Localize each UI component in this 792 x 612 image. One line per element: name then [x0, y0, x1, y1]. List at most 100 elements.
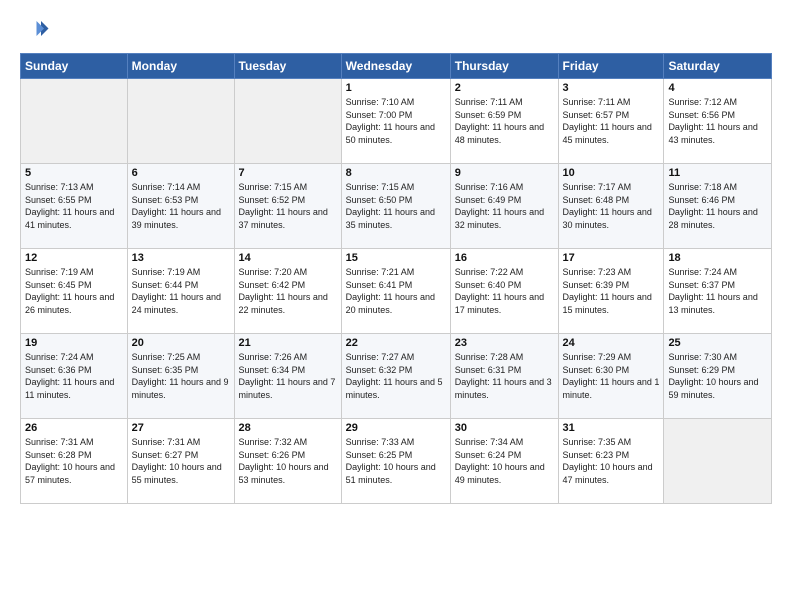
calendar-cell: 1 Sunrise: 7:10 AM Sunset: 7:00 PM Daylig…	[341, 79, 450, 164]
day-info: Sunrise: 7:30 AM Sunset: 6:29 PM Dayligh…	[668, 351, 767, 401]
calendar-cell: 4 Sunrise: 7:12 AM Sunset: 6:56 PM Daylig…	[664, 79, 772, 164]
day-info: Sunrise: 7:11 AM Sunset: 6:59 PM Dayligh…	[455, 96, 554, 146]
day-number: 17	[563, 252, 660, 264]
calendar-cell: 27 Sunrise: 7:31 AM Sunset: 6:27 PM Dayli…	[127, 419, 234, 504]
day-number: 14	[239, 252, 337, 264]
day-info: Sunrise: 7:24 AM Sunset: 6:36 PM Dayligh…	[25, 351, 123, 401]
page: SundayMondayTuesdayWednesdayThursdayFrid…	[0, 0, 792, 612]
day-number: 22	[346, 337, 446, 349]
day-info: Sunrise: 7:22 AM Sunset: 6:40 PM Dayligh…	[455, 266, 554, 316]
calendar-week-row: 19 Sunrise: 7:24 AM Sunset: 6:36 PM Dayli…	[21, 334, 772, 419]
calendar-cell	[664, 419, 772, 504]
weekday-header: Friday	[558, 54, 664, 79]
weekday-header: Sunday	[21, 54, 128, 79]
day-info: Sunrise: 7:32 AM Sunset: 6:26 PM Dayligh…	[239, 436, 337, 486]
calendar-cell: 6 Sunrise: 7:14 AM Sunset: 6:53 PM Daylig…	[127, 164, 234, 249]
day-number: 25	[668, 337, 767, 349]
day-number: 8	[346, 167, 446, 179]
calendar-cell: 29Sunrise: 7:33 AM Sunset: 6:25 PM Dayli…	[341, 419, 450, 504]
day-info: Sunrise: 7:21 AM Sunset: 6:41 PM Dayligh…	[346, 266, 446, 316]
day-info: Sunrise: 7:35 AM Sunset: 6:23 PM Dayligh…	[563, 436, 660, 486]
calendar-week-row: 12Sunrise: 7:19 AM Sunset: 6:45 PM Dayli…	[21, 249, 772, 334]
day-info: Sunrise: 7:26 AM Sunset: 6:34 PM Dayligh…	[239, 351, 337, 401]
day-number: 26	[25, 422, 123, 434]
day-number: 23	[455, 337, 554, 349]
calendar-cell: 10 Sunrise: 7:17 AM Sunset: 6:48 PM Dayli…	[558, 164, 664, 249]
weekday-header-row: SundayMondayTuesdayWednesdayThursdayFrid…	[21, 54, 772, 79]
day-info: Sunrise: 7:33 AM Sunset: 6:25 PM Dayligh…	[346, 436, 446, 486]
calendar-cell: 11 Sunrise: 7:18 AM Sunset: 6:46 PM Dayli…	[664, 164, 772, 249]
calendar-cell	[21, 79, 128, 164]
calendar-cell: 30Sunrise: 7:34 AM Sunset: 6:24 PM Dayli…	[450, 419, 558, 504]
day-info: Sunrise: 7:17 AM Sunset: 6:48 PM Dayligh…	[563, 181, 660, 231]
day-number: 2	[455, 82, 554, 94]
day-info: Sunrise: 7:12 AM Sunset: 6:56 PM Dayligh…	[668, 96, 767, 146]
logo-icon	[20, 15, 50, 45]
day-info: Sunrise: 7:15 AM Sunset: 6:52 PM Dayligh…	[239, 181, 337, 231]
calendar-cell: 15 Sunrise: 7:21 AM Sunset: 6:41 PM Dayli…	[341, 249, 450, 334]
weekday-header: Tuesday	[234, 54, 341, 79]
day-info: Sunrise: 7:18 AM Sunset: 6:46 PM Dayligh…	[668, 181, 767, 231]
day-info: Sunrise: 7:28 AM Sunset: 6:31 PM Dayligh…	[455, 351, 554, 401]
calendar-cell: 12Sunrise: 7:19 AM Sunset: 6:45 PM Dayli…	[21, 249, 128, 334]
calendar-cell: 13Sunrise: 7:19 AM Sunset: 6:44 PM Dayli…	[127, 249, 234, 334]
calendar-week-row: 26Sunrise: 7:31 AM Sunset: 6:28 PM Dayli…	[21, 419, 772, 504]
calendar-cell: 20 Sunrise: 7:25 AM Sunset: 6:35 PM Dayli…	[127, 334, 234, 419]
day-number: 27	[132, 422, 230, 434]
calendar-week-row: 1 Sunrise: 7:10 AM Sunset: 7:00 PM Daylig…	[21, 79, 772, 164]
day-number: 9	[455, 167, 554, 179]
calendar-week-row: 5 Sunrise: 7:13 AM Sunset: 6:55 PM Daylig…	[21, 164, 772, 249]
day-info: Sunrise: 7:25 AM Sunset: 6:35 PM Dayligh…	[132, 351, 230, 401]
calendar-cell: 8 Sunrise: 7:15 AM Sunset: 6:50 PM Daylig…	[341, 164, 450, 249]
calendar-table: SundayMondayTuesdayWednesdayThursdayFrid…	[20, 53, 772, 504]
day-number: 1	[346, 82, 446, 94]
day-number: 7	[239, 167, 337, 179]
day-info: Sunrise: 7:19 AM Sunset: 6:44 PM Dayligh…	[132, 266, 230, 316]
day-info: Sunrise: 7:11 AM Sunset: 6:57 PM Dayligh…	[563, 96, 660, 146]
calendar-cell	[127, 79, 234, 164]
calendar-cell: 2 Sunrise: 7:11 AM Sunset: 6:59 PM Daylig…	[450, 79, 558, 164]
calendar-cell: 7 Sunrise: 7:15 AM Sunset: 6:52 PM Daylig…	[234, 164, 341, 249]
calendar-cell: 26Sunrise: 7:31 AM Sunset: 6:28 PM Dayli…	[21, 419, 128, 504]
calendar-cell: 9Sunrise: 7:16 AM Sunset: 6:49 PM Daylig…	[450, 164, 558, 249]
calendar-cell: 28 Sunrise: 7:32 AM Sunset: 6:26 PM Dayli…	[234, 419, 341, 504]
calendar-cell: 16 Sunrise: 7:22 AM Sunset: 6:40 PM Dayli…	[450, 249, 558, 334]
calendar-cell: 5 Sunrise: 7:13 AM Sunset: 6:55 PM Daylig…	[21, 164, 128, 249]
day-info: Sunrise: 7:10 AM Sunset: 7:00 PM Dayligh…	[346, 96, 446, 146]
day-number: 6	[132, 167, 230, 179]
day-info: Sunrise: 7:15 AM Sunset: 6:50 PM Dayligh…	[346, 181, 446, 231]
calendar-cell: 17Sunrise: 7:23 AM Sunset: 6:39 PM Dayli…	[558, 249, 664, 334]
calendar-cell: 23 Sunrise: 7:28 AM Sunset: 6:31 PM Dayli…	[450, 334, 558, 419]
day-number: 12	[25, 252, 123, 264]
day-number: 11	[668, 167, 767, 179]
day-number: 18	[668, 252, 767, 264]
day-number: 5	[25, 167, 123, 179]
day-number: 31	[563, 422, 660, 434]
day-number: 24	[563, 337, 660, 349]
calendar-cell	[234, 79, 341, 164]
day-number: 4	[668, 82, 767, 94]
calendar-cell: 22Sunrise: 7:27 AM Sunset: 6:32 PM Dayli…	[341, 334, 450, 419]
day-info: Sunrise: 7:31 AM Sunset: 6:27 PM Dayligh…	[132, 436, 230, 486]
day-number: 21	[239, 337, 337, 349]
weekday-header: Wednesday	[341, 54, 450, 79]
day-info: Sunrise: 7:13 AM Sunset: 6:55 PM Dayligh…	[25, 181, 123, 231]
day-number: 16	[455, 252, 554, 264]
calendar-cell: 19 Sunrise: 7:24 AM Sunset: 6:36 PM Dayli…	[21, 334, 128, 419]
calendar-cell: 18 Sunrise: 7:24 AM Sunset: 6:37 PM Dayli…	[664, 249, 772, 334]
day-info: Sunrise: 7:29 AM Sunset: 6:30 PM Dayligh…	[563, 351, 660, 401]
header	[20, 15, 772, 45]
calendar-cell: 3 Sunrise: 7:11 AM Sunset: 6:57 PM Daylig…	[558, 79, 664, 164]
day-number: 20	[132, 337, 230, 349]
day-number: 19	[25, 337, 123, 349]
day-number: 30	[455, 422, 554, 434]
day-number: 10	[563, 167, 660, 179]
day-number: 15	[346, 252, 446, 264]
day-number: 3	[563, 82, 660, 94]
day-info: Sunrise: 7:24 AM Sunset: 6:37 PM Dayligh…	[668, 266, 767, 316]
calendar-cell: 14Sunrise: 7:20 AM Sunset: 6:42 PM Dayli…	[234, 249, 341, 334]
day-number: 28	[239, 422, 337, 434]
calendar-cell: 25 Sunrise: 7:30 AM Sunset: 6:29 PM Dayli…	[664, 334, 772, 419]
calendar-cell: 21 Sunrise: 7:26 AM Sunset: 6:34 PM Dayli…	[234, 334, 341, 419]
day-info: Sunrise: 7:14 AM Sunset: 6:53 PM Dayligh…	[132, 181, 230, 231]
